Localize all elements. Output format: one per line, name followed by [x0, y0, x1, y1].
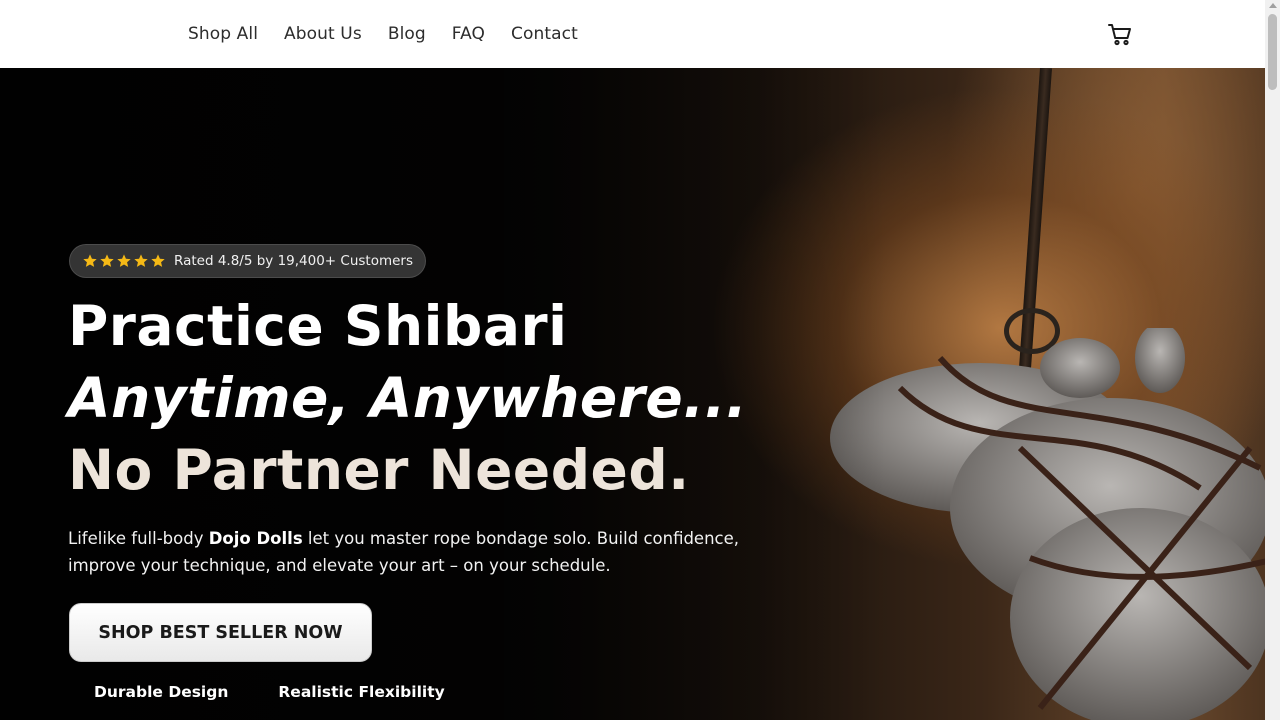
subtext-brand: Dojo Dolls [208, 529, 303, 548]
feature-list: Durable Design Realistic Flexibility [94, 683, 445, 701]
star-icon [151, 254, 165, 267]
star-rating [82, 253, 166, 269]
subtext-pre: Lifelike full-body [68, 529, 209, 548]
rating-text: Rated 4.8/5 by 19,400+ Customers [174, 253, 414, 269]
star-icon [83, 254, 97, 267]
nav-about-us[interactable]: About Us [284, 24, 362, 44]
hero-subtext: Lifelike full-body Dojo Dolls let you ma… [68, 525, 748, 579]
nav-blog[interactable]: Blog [388, 24, 426, 44]
cart-icon[interactable] [1106, 20, 1134, 48]
site-header: Shop All About Us Blog FAQ Contact [0, 0, 1265, 68]
nav-faq[interactable]: FAQ [452, 24, 485, 44]
shop-best-seller-button[interactable]: SHOP BEST SELLER NOW [69, 603, 372, 662]
nav-shop-all[interactable]: Shop All [188, 24, 258, 44]
nav-contact[interactable]: Contact [511, 24, 578, 44]
headline-line-3: No Partner Needed. [68, 438, 690, 502]
scroll-up-arrow-icon[interactable] [1268, 3, 1277, 8]
page-scrollbar[interactable] [1265, 0, 1280, 720]
star-icon [117, 254, 131, 267]
star-icon [134, 254, 148, 267]
star-icon [100, 254, 114, 267]
hero-section: Rated 4.8/5 by 19,400+ Customers Practic… [0, 68, 1265, 720]
rating-badge: Rated 4.8/5 by 19,400+ Customers [69, 244, 427, 278]
feature-durable-design: Durable Design [94, 683, 229, 701]
main-nav: Shop All About Us Blog FAQ Contact [188, 0, 604, 68]
headline-line-1: Practice Shibari [68, 294, 568, 358]
feature-realistic-flexibility: Realistic Flexibility [278, 683, 445, 701]
hero-headline: Practice Shibari Anytime, Anywhere... No… [68, 290, 747, 506]
headline-line-2: Anytime, Anywhere... [68, 366, 748, 430]
scrollbar-thumb[interactable] [1268, 14, 1277, 90]
